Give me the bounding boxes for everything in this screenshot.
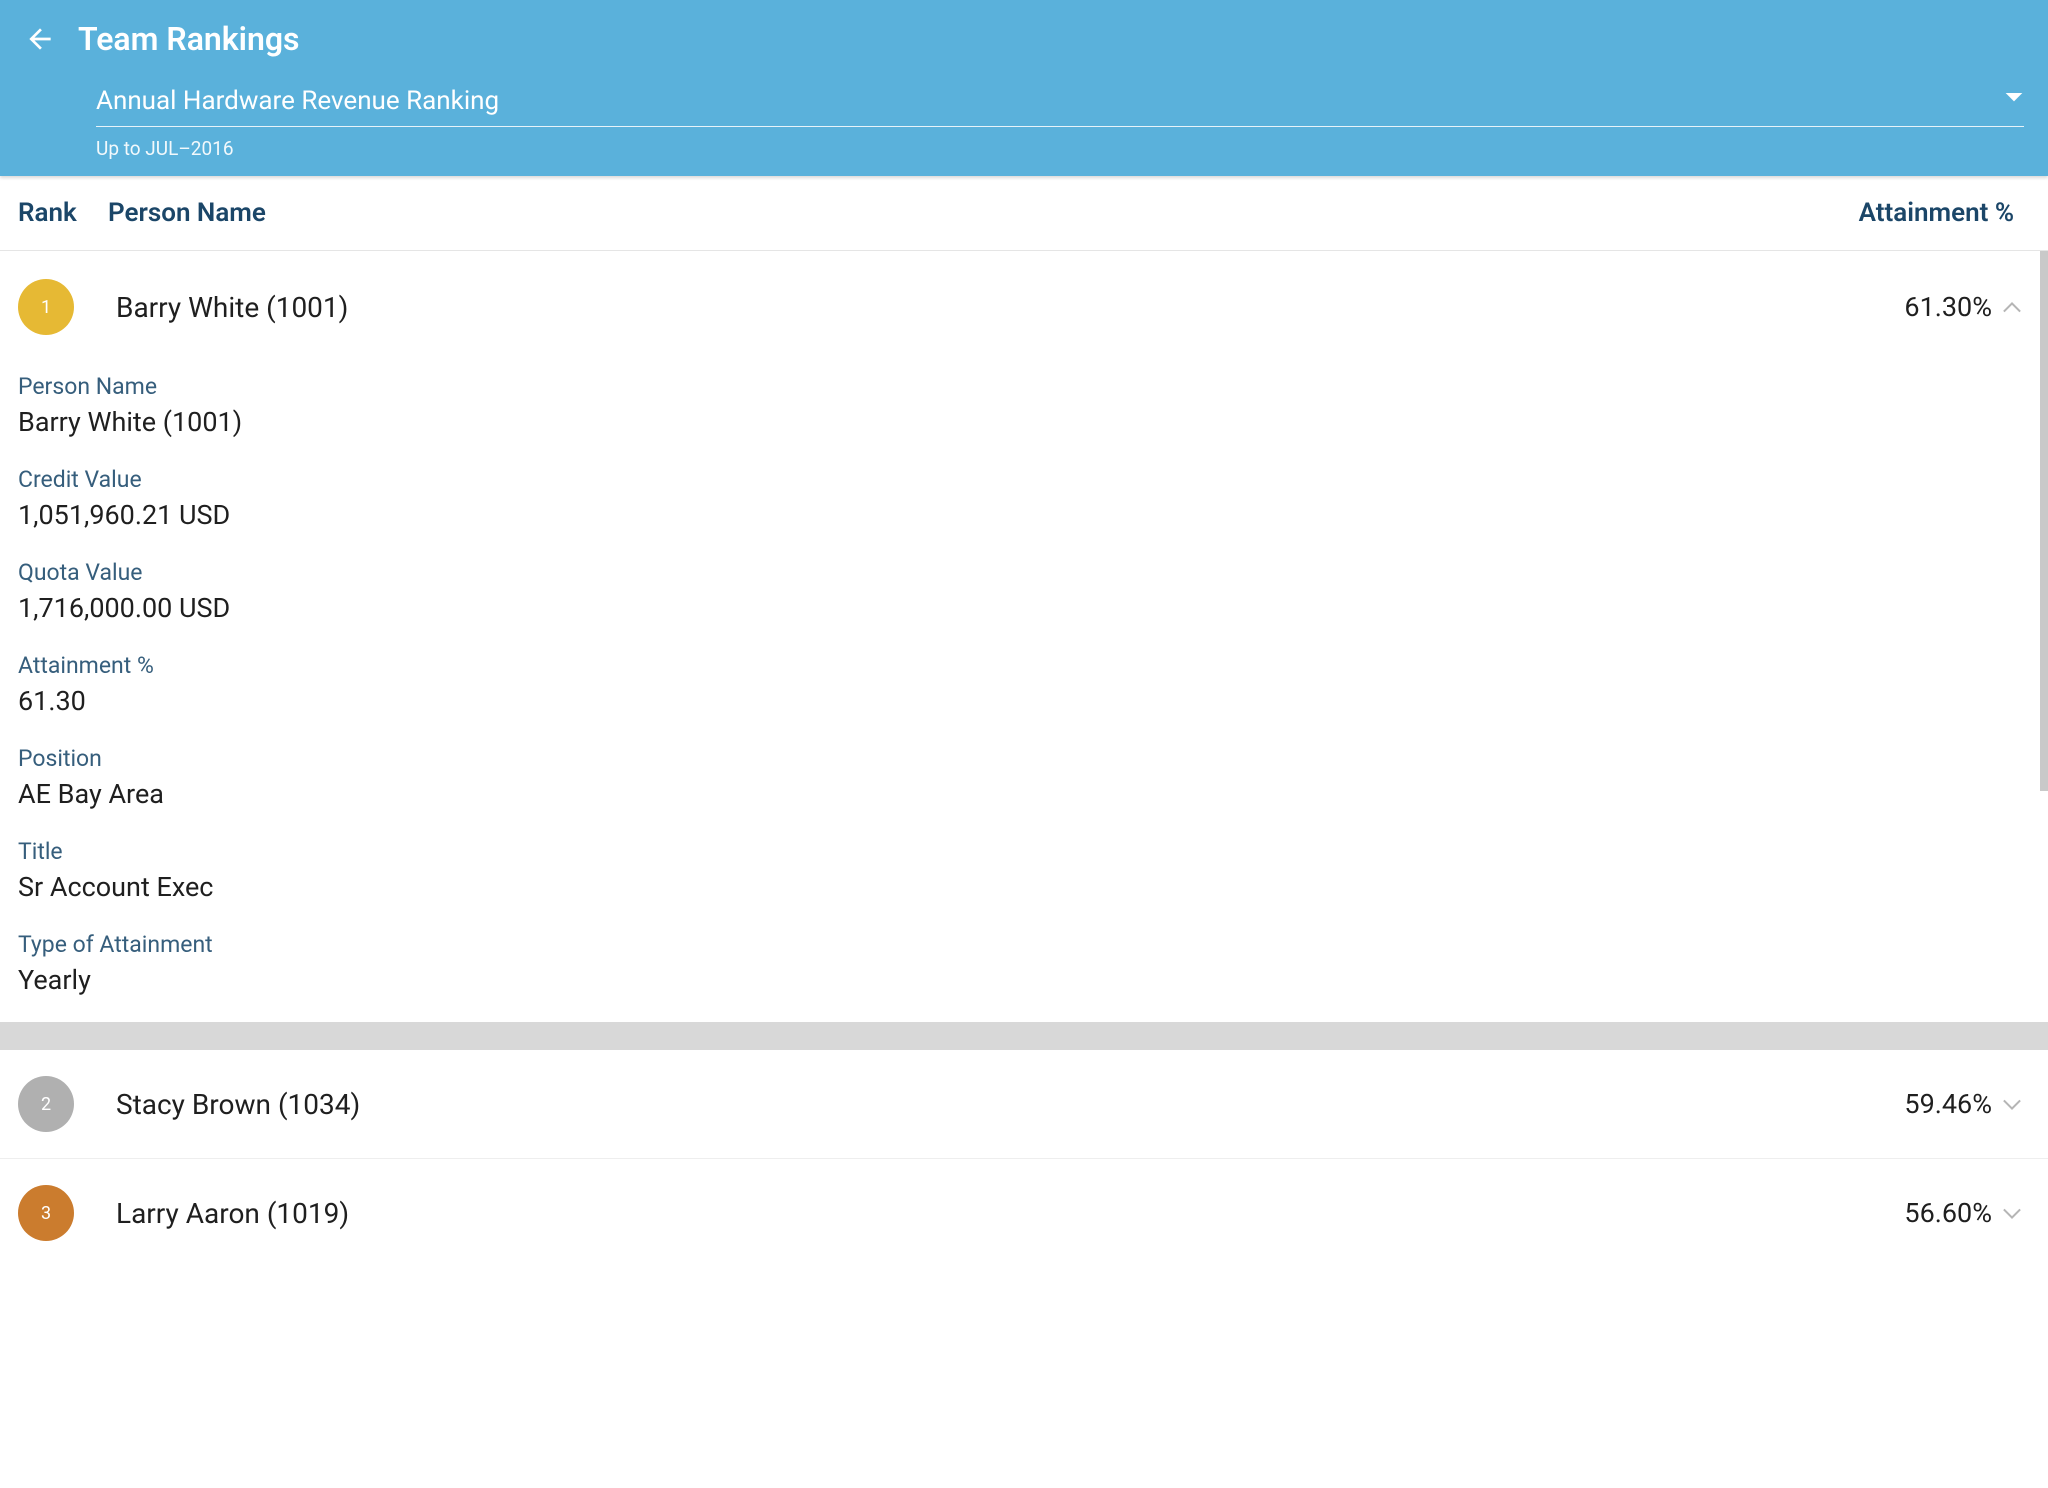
detail-value-title: Sr Account Exec: [18, 871, 2024, 903]
ranking-row[interactable]: 3 Larry Aaron (1019) 56.60%: [0, 1159, 2048, 1267]
detail-value-credit: 1,051,960.21 USD: [18, 499, 2024, 531]
col-header-name: Person Name: [108, 198, 1859, 228]
detail-value-quota: 1,716,000.00 USD: [18, 592, 2024, 624]
person-name: Larry Aaron (1019): [116, 1197, 1904, 1230]
rank-badge: 2: [18, 1076, 74, 1132]
detail-value-attainment: 61.30: [18, 685, 2024, 717]
attainment-value: 59.46%: [1904, 1088, 1992, 1120]
date-range-subtext: Up to JUL–2016: [96, 137, 2024, 160]
detail-label-quota: Quota Value: [18, 559, 2024, 586]
attainment-value: 56.60%: [1904, 1197, 1992, 1229]
column-headers: Rank Person Name Attainment %: [0, 176, 2048, 251]
detail-label-person-name: Person Name: [18, 373, 2024, 400]
ranking-dropdown[interactable]: Annual Hardware Revenue Ranking: [96, 86, 2024, 127]
detail-label-position: Position: [18, 745, 2024, 772]
detail-label-title: Title: [18, 838, 2024, 865]
attainment-value: 61.30%: [1904, 291, 1992, 323]
scrollbar[interactable]: [2040, 251, 2048, 1001]
detail-label-credit: Credit Value: [18, 466, 2024, 493]
section-separator: [0, 1022, 2048, 1050]
chevron-down-icon[interactable]: [2000, 1201, 2024, 1225]
ranking-dropdown-label: Annual Hardware Revenue Ranking: [96, 86, 2024, 116]
col-header-rank: Rank: [18, 198, 108, 228]
ranking-row[interactable]: 1 Barry White (1001) 61.30%: [0, 251, 2048, 361]
ranking-row-details: Person Name Barry White (1001) Credit Va…: [0, 361, 2048, 1022]
rank-badge: 1: [18, 279, 74, 335]
detail-value-person-name: Barry White (1001): [18, 406, 2024, 438]
page-title: Team Rankings: [78, 20, 300, 58]
chevron-up-icon[interactable]: [2000, 295, 2024, 319]
detail-value-position: AE Bay Area: [18, 778, 2024, 810]
app-header: Team Rankings Annual Hardware Revenue Ra…: [0, 0, 2048, 176]
ranking-list: 1 Barry White (1001) 61.30% Person Name …: [0, 251, 2048, 1488]
back-icon[interactable]: [24, 23, 56, 55]
ranking-row[interactable]: 2 Stacy Brown (1034) 59.46%: [0, 1050, 2048, 1159]
col-header-attainment: Attainment %: [1859, 198, 2024, 228]
chevron-down-icon[interactable]: [2000, 1092, 2024, 1116]
person-name: Barry White (1001): [116, 291, 1904, 324]
chevron-down-icon: [2004, 90, 2024, 109]
scrollbar-thumb[interactable]: [2040, 251, 2048, 791]
detail-label-attainment: Attainment %: [18, 652, 2024, 679]
detail-label-type: Type of Attainment: [18, 931, 2024, 958]
rank-badge: 3: [18, 1185, 74, 1241]
detail-value-type: Yearly: [18, 964, 2024, 996]
person-name: Stacy Brown (1034): [116, 1088, 1904, 1121]
